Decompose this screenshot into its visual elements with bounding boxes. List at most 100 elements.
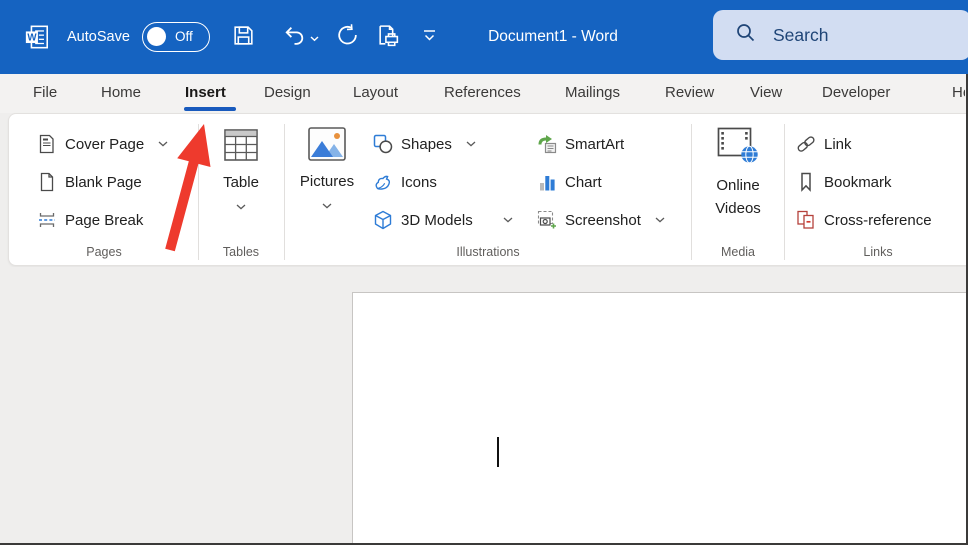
table-icon bbox=[224, 129, 258, 166]
document-area bbox=[0, 267, 968, 545]
undo-dropdown-icon bbox=[310, 29, 319, 47]
chart-button[interactable]: Chart bbox=[537, 167, 602, 197]
screenshot-label: Screenshot bbox=[565, 212, 641, 229]
autosave-label: AutoSave bbox=[67, 0, 130, 74]
pictures-dropdown-icon bbox=[322, 196, 332, 214]
tab-mailings[interactable]: Mailings bbox=[565, 74, 620, 113]
customize-qat-button[interactable] bbox=[412, 23, 446, 53]
group-label-tables: Tables bbox=[181, 243, 301, 263]
bookmark-label: Bookmark bbox=[824, 174, 892, 191]
shapes-button[interactable]: Shapes bbox=[373, 129, 476, 159]
chart-icon bbox=[537, 172, 557, 192]
pictures-label: Pictures bbox=[300, 173, 354, 190]
pictures-button[interactable]: Pictures bbox=[297, 127, 357, 214]
cross-reference-button[interactable]: Cross-reference bbox=[796, 205, 932, 235]
table-label: Table bbox=[223, 174, 259, 191]
page-break-button[interactable]: Page Break bbox=[37, 205, 143, 235]
tab-file[interactable]: File bbox=[33, 74, 57, 113]
cover-page-button[interactable]: Cover Page bbox=[37, 129, 168, 159]
tab-home[interactable]: Home bbox=[101, 74, 141, 113]
title-bar: W AutoSave Off bbox=[0, 0, 968, 74]
group-separator bbox=[691, 124, 692, 260]
ribbon-panel: Cover Page Blank Page Page bbox=[8, 113, 968, 266]
autosave-toggle[interactable]: Off bbox=[142, 22, 210, 52]
group-label-pages: Pages bbox=[39, 243, 169, 263]
group-separator bbox=[198, 124, 199, 260]
blank-page-label: Blank Page bbox=[65, 174, 142, 191]
tab-design[interactable]: Design bbox=[264, 74, 311, 113]
blank-page-button[interactable]: Blank Page bbox=[37, 167, 142, 197]
cover-page-label: Cover Page bbox=[65, 136, 144, 153]
document-title: Document1 - Word bbox=[455, 0, 651, 74]
bookmark-button[interactable]: Bookmark bbox=[796, 167, 892, 197]
tab-layout[interactable]: Layout bbox=[353, 74, 398, 113]
tab-references[interactable]: References bbox=[444, 74, 521, 113]
screenshot-dropdown-icon bbox=[655, 217, 665, 223]
undo-icon bbox=[282, 23, 307, 53]
autosave-state: Off bbox=[175, 23, 193, 51]
3d-models-label: 3D Models bbox=[401, 212, 473, 229]
screenshot-icon bbox=[537, 210, 557, 230]
tab-view[interactable]: View bbox=[750, 74, 782, 113]
3d-models-button[interactable]: 3D Models bbox=[373, 205, 513, 235]
online-videos-button[interactable]: Online Videos bbox=[701, 127, 775, 220]
group-label-media: Media bbox=[678, 243, 798, 263]
blank-page-icon bbox=[37, 172, 57, 192]
cover-page-dropdown-icon bbox=[158, 141, 168, 147]
print-preview-button[interactable] bbox=[371, 23, 405, 53]
group-label-links: Links bbox=[818, 243, 938, 263]
toggle-knob-icon bbox=[147, 27, 166, 46]
icons-button[interactable]: Icons bbox=[373, 167, 437, 197]
pictures-icon bbox=[308, 127, 346, 166]
undo-button[interactable] bbox=[277, 23, 323, 53]
document-page[interactable] bbox=[352, 292, 968, 545]
save-icon bbox=[231, 23, 256, 53]
chart-label: Chart bbox=[565, 174, 602, 191]
icons-label: Icons bbox=[401, 174, 437, 191]
cross-reference-label: Cross-reference bbox=[824, 212, 932, 229]
search-box[interactable] bbox=[713, 10, 968, 60]
shapes-dropdown-icon bbox=[466, 141, 476, 147]
word-logo-icon[interactable]: W bbox=[24, 24, 50, 50]
svg-text:W: W bbox=[27, 33, 37, 44]
smartart-label: SmartArt bbox=[565, 136, 624, 153]
screenshot-button[interactable]: Screenshot bbox=[537, 205, 665, 235]
redo-icon bbox=[335, 23, 360, 53]
tab-help-label: Help bbox=[952, 74, 965, 113]
bookmark-icon bbox=[796, 172, 816, 192]
print-preview-icon bbox=[376, 23, 401, 53]
link-button[interactable]: Link bbox=[796, 129, 852, 159]
online-videos-label: Online Videos bbox=[708, 174, 768, 220]
redo-button[interactable] bbox=[330, 23, 364, 53]
save-button[interactable] bbox=[226, 23, 260, 53]
text-cursor bbox=[497, 437, 499, 467]
tab-help[interactable]: Help bbox=[952, 74, 965, 113]
customize-qat-icon bbox=[421, 29, 438, 48]
table-dropdown-icon bbox=[236, 197, 246, 215]
3d-models-icon bbox=[373, 210, 393, 230]
group-separator bbox=[284, 124, 285, 260]
tab-developer[interactable]: Developer bbox=[822, 74, 890, 113]
search-input[interactable] bbox=[771, 24, 935, 47]
table-button[interactable]: Table bbox=[211, 129, 271, 215]
page-break-label: Page Break bbox=[65, 212, 143, 229]
tab-review[interactable]: Review bbox=[665, 74, 714, 113]
group-label-illustrations: Illustrations bbox=[388, 243, 588, 263]
icons-icon bbox=[373, 172, 393, 192]
page-break-icon bbox=[37, 210, 57, 230]
group-separator bbox=[784, 124, 785, 260]
ribbon-tab-row: File Home Insert Design Layout Reference… bbox=[0, 74, 968, 113]
smartart-icon bbox=[537, 134, 557, 154]
search-icon bbox=[735, 22, 756, 48]
3d-models-dropdown-icon bbox=[503, 217, 513, 223]
smartart-button[interactable]: SmartArt bbox=[537, 129, 624, 159]
link-icon bbox=[796, 134, 816, 154]
word-window: W AutoSave Off bbox=[0, 0, 968, 545]
link-label: Link bbox=[824, 136, 852, 153]
online-videos-icon bbox=[717, 127, 759, 169]
cross-reference-icon bbox=[796, 210, 816, 230]
shapes-icon bbox=[373, 134, 393, 154]
cover-page-icon bbox=[37, 134, 57, 154]
shapes-label: Shapes bbox=[401, 136, 452, 153]
active-tab-indicator bbox=[184, 107, 236, 111]
